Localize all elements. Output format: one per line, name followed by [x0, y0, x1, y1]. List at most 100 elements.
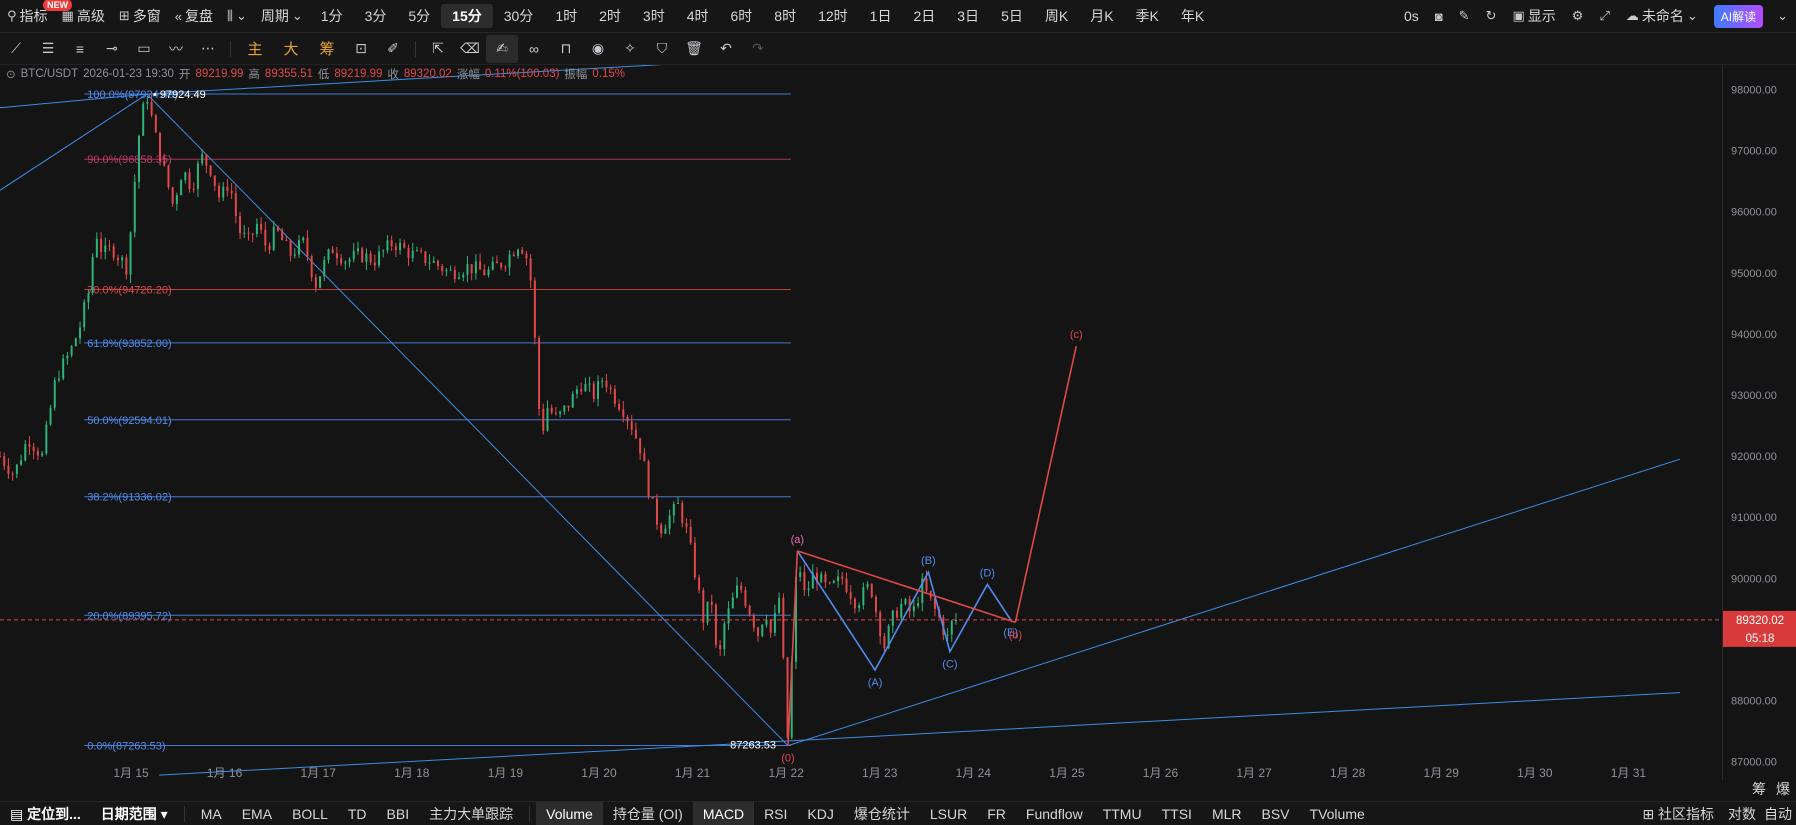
settings-button[interactable]: ⚙	[1564, 0, 1592, 32]
price-axis[interactable]: 87000.0088000.0089000.0090000.0091000.00…	[1722, 65, 1796, 780]
indicators-icon: ⚲	[7, 8, 17, 23]
sub-indicator-9[interactable]: TTMU	[1093, 802, 1152, 825]
lock-tool[interactable]: ⊓	[550, 35, 582, 63]
layout-dropdown[interactable]: ☁ 未命名 ⌄	[1618, 0, 1706, 32]
chart-area[interactable]: 1月 15 1月 16 1月 17 1月 18 1月 19 1月 20 1月 21 1月 22…	[0, 46, 1722, 780]
cursor-tool[interactable]: ⇱	[422, 35, 454, 63]
period-tab-2[interactable]: 5分	[397, 4, 441, 28]
period-tab-13[interactable]: 2日	[902, 4, 946, 28]
period-tab-12[interactable]: 1日	[859, 4, 903, 28]
brush-tool[interactable]: ✐	[377, 35, 409, 63]
sub-indicator-6[interactable]: LSUR	[920, 802, 977, 825]
magic-tool[interactable]: ✧	[614, 35, 646, 63]
period-tab-1[interactable]: 3分	[354, 4, 398, 28]
log-scale-toggle[interactable]: 对数	[1724, 802, 1760, 825]
period-tab-16[interactable]: 周K	[1034, 4, 1079, 28]
candle-body	[592, 383, 595, 399]
overlay-indicator-5[interactable]: 主力大单跟踪	[419, 802, 523, 825]
channel-tool[interactable]: ≡	[64, 35, 96, 63]
display-button[interactable]: ▣ 显示	[1504, 0, 1563, 32]
auto-scale-toggle[interactable]: 自动	[1760, 802, 1796, 825]
period-tab-0[interactable]: 1分	[310, 4, 354, 28]
overlay-indicator-3[interactable]: TD	[338, 802, 377, 825]
date-range-dropdown[interactable]: 日期范围 ▾	[91, 802, 178, 825]
fullscreen-button[interactable]: ⤢	[1591, 0, 1617, 32]
eraser-tool[interactable]: ⌫	[454, 35, 486, 63]
camera-button[interactable]: ◙	[1427, 0, 1451, 32]
sub-indicator-13[interactable]: TVolume	[1300, 802, 1375, 825]
ai-analyze-button[interactable]: AI解读	[1713, 4, 1764, 28]
candle-body	[508, 254, 511, 268]
ray-tool[interactable]: ⊸	[96, 35, 128, 63]
indicators-button[interactable]: ⚲ 指标 NEW	[0, 0, 72, 32]
candle-body	[529, 258, 532, 281]
sub-indicator-11[interactable]: MLR	[1202, 802, 1252, 825]
period-tab-6[interactable]: 2时	[588, 4, 632, 28]
period-tab-14[interactable]: 3日	[946, 4, 990, 28]
sub-indicator-8[interactable]: Fundflow	[1016, 802, 1093, 825]
chart-style-button[interactable]: ⫼ ⌄	[220, 0, 254, 32]
horizontal-lines-tool[interactable]: ☰	[32, 35, 64, 63]
refresh-button[interactable]: ↻	[1478, 0, 1505, 32]
chip-button[interactable]: 筹	[1752, 779, 1766, 799]
sub-indicator-12[interactable]: BSV	[1252, 802, 1300, 825]
overlay-indicator-4[interactable]: BBI	[377, 802, 420, 825]
sub-indicator-7[interactable]: FR	[977, 802, 1016, 825]
period-tab-9[interactable]: 6时	[720, 4, 764, 28]
period-tab-3[interactable]: 15分	[441, 4, 493, 28]
community-indicators-button[interactable]: ⊞ 社区指标	[1632, 802, 1724, 825]
sub-indicator-2[interactable]: MACD	[692, 802, 755, 825]
redo-button[interactable]: ↷	[742, 35, 774, 63]
period-tab-15[interactable]: 5日	[990, 4, 1034, 28]
divider	[183, 806, 185, 822]
overlay-indicator-2[interactable]: BOLL	[282, 802, 338, 825]
filter-tool[interactable]: ⛉	[646, 35, 678, 63]
magnet-tool[interactable]: ⊡	[345, 35, 377, 63]
advanced-button[interactable]: ▦ 高级	[55, 0, 112, 32]
hide-tool[interactable]: ◉	[582, 35, 614, 63]
overlay-indicator-0[interactable]: MA	[191, 802, 232, 825]
more-tools[interactable]: ⋯	[192, 35, 224, 63]
trendline-tool[interactable]: ⟋	[0, 35, 32, 63]
period-tab-4[interactable]: 30分	[493, 4, 545, 28]
period-tab-18[interactable]: 季K	[1125, 4, 1170, 28]
draw-mode-tool[interactable]: ✍	[486, 34, 518, 63]
sub-indicator-5[interactable]: 爆仓统计	[844, 802, 920, 825]
locate-button[interactable]: ▤ 定位到...	[0, 802, 91, 825]
link-tool[interactable]: ∞	[518, 35, 550, 63]
overlay-indicator-1[interactable]: EMA	[232, 802, 282, 825]
rectangle-tool[interactable]: ▭	[128, 35, 160, 63]
period-tab-7[interactable]: 3时	[632, 4, 676, 28]
sub-indicator-3[interactable]: RSI	[754, 802, 797, 825]
large-order-chip[interactable]: 大	[273, 35, 309, 63]
burst-button[interactable]: 爆	[1776, 779, 1790, 799]
delete-tool[interactable]: 🗑	[678, 35, 710, 63]
period-dropdown[interactable]: 周期 ⌄	[254, 0, 310, 32]
trend-line	[0, 93, 148, 191]
period-tab-19[interactable]: 年K	[1170, 4, 1215, 28]
period-tab-5[interactable]: 1时	[544, 4, 588, 28]
sub-indicator-4[interactable]: KDJ	[797, 802, 843, 825]
sub-indicator-10[interactable]: TTSI	[1152, 802, 1202, 825]
period-tab-17[interactable]: 月K	[1079, 4, 1124, 28]
candle-body	[432, 260, 435, 263]
period-tab-11[interactable]: 12时	[807, 4, 859, 28]
sub-indicator-1[interactable]: 持仓量 (OI)	[603, 802, 693, 825]
top-toolbar: ⚲ 指标 NEW ▦ 高级 ⊞ 多窗 « 复盘 ⫼ ⌄ 周期 ⌄ 1分 3分 5分 1…	[0, 0, 1796, 33]
period-tab-10[interactable]: 8时	[763, 4, 807, 28]
chart-canvas[interactable]: 1月 15 1月 16 1月 17 1月 18 1月 19 1月 20 1月 21 1月 22…	[0, 46, 1722, 780]
multi-window-button[interactable]: ⊞ 多窗	[112, 0, 168, 32]
more-button[interactable]: ⌄	[1769, 0, 1796, 32]
main-force-chip[interactable]: 主	[237, 35, 273, 63]
undo-button[interactable]: ↶	[710, 35, 742, 63]
y-tick-label: 96000.00	[1731, 207, 1777, 219]
sub-indicator-0[interactable]: Volume	[536, 802, 603, 825]
chip-distribution-chip[interactable]: 筹	[309, 35, 345, 63]
edit-button[interactable]: ✎	[1451, 0, 1478, 32]
pattern-tool[interactable]: 〰	[160, 35, 192, 63]
replay-button[interactable]: « 复盘	[168, 0, 220, 32]
period-tab-8[interactable]: 4时	[676, 4, 720, 28]
community-label: 社区指标	[1658, 806, 1714, 822]
candle-body	[773, 613, 776, 633]
candle-body	[91, 256, 94, 294]
